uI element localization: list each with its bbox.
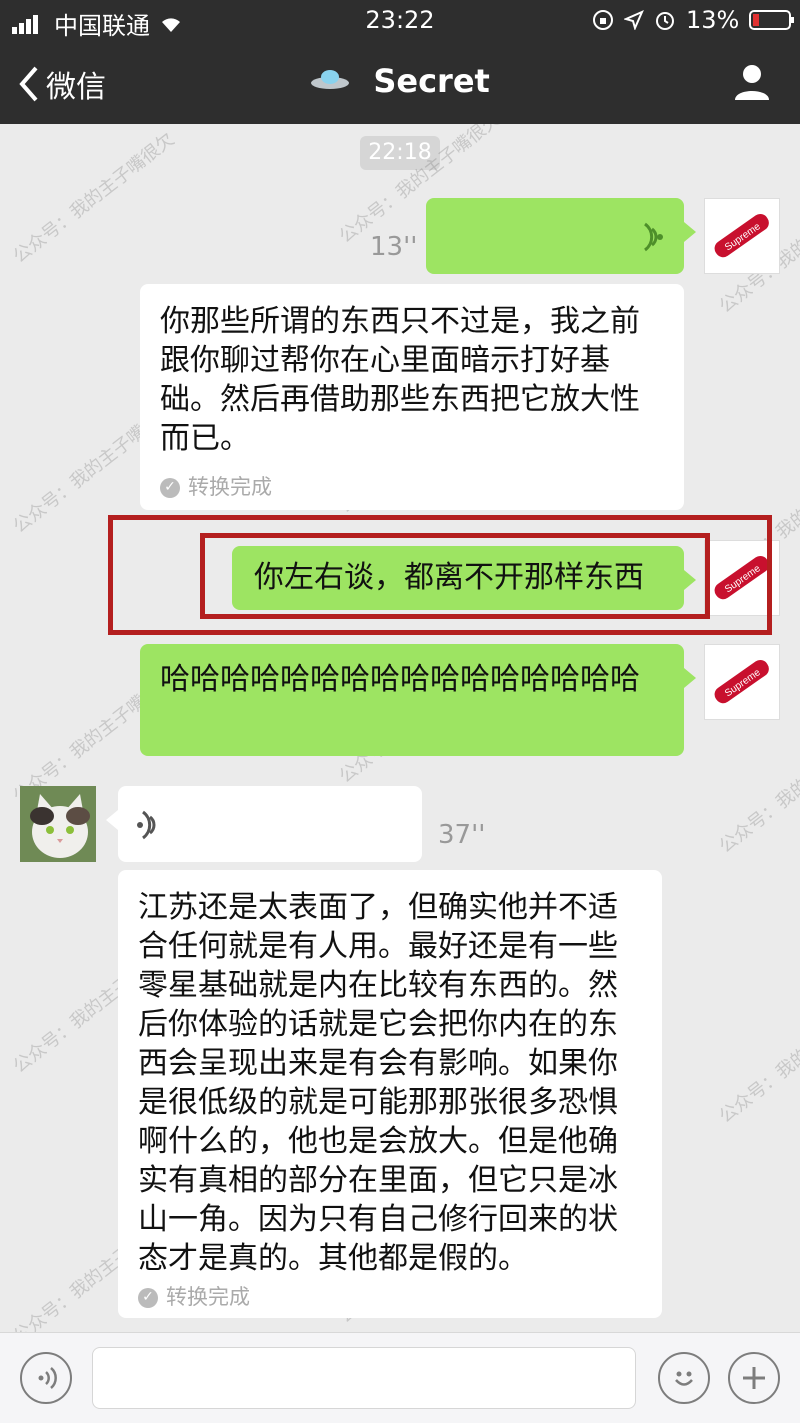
supreme-logo: Supreme [714,659,769,704]
conversion-status-label: 转换完成 [166,1285,250,1309]
check-icon: ✓ [160,477,180,498]
input-bar [0,1332,800,1423]
converted-text: 你那些所谓的东西只不过是，我之前跟你聊过帮你在心里面暗示打好基础。然后再借助那些… [160,304,640,456]
converted-text-card[interactable]: 你那些所谓的东西只不过是，我之前跟你聊过帮你在心里面暗示打好基础。然后再借助那些… [140,284,684,510]
battery-icon [749,10,795,30]
message-input[interactable] [92,1347,636,1409]
chat-title: Secret [373,62,490,100]
more-button[interactable] [728,1352,780,1404]
chat-title-group: Secret [0,60,800,100]
rotation-lock-icon [593,10,613,30]
conversion-status-label: 转换完成 [188,475,272,499]
converted-text: 江苏还是太表面了，但确实他并不适合任何就是有人用。最好还是有一些零星基础就是内在… [138,890,618,1276]
voice-message-bubble[interactable] [426,198,696,274]
conversion-status: ✓ 转换完成 [160,468,272,507]
person-icon [735,65,769,100]
conversion-status: ✓ 转换完成 [138,1278,250,1317]
watermark: 公众号：我的主子嘴很欠 [715,718,800,858]
contact-avatar[interactable] [20,786,96,862]
top-bar: 中国联通 23:22 13% 微信 Secret [0,0,800,124]
voice-duration: 37'' [438,820,486,850]
battery-percent: 13% [686,6,740,34]
voice-input-button[interactable] [20,1352,72,1404]
cat-avatar-icon [20,786,96,862]
voice-wave-icon [644,222,663,252]
message-text: 哈哈哈哈哈哈哈哈哈哈哈哈哈哈哈哈 [160,662,640,697]
plus-icon [743,1367,765,1389]
profile-button[interactable] [732,62,772,102]
alarm-icon [656,12,674,30]
voice-icon [38,1367,57,1389]
status-right: 13% [592,6,795,34]
check-icon: ✓ [138,1287,158,1308]
watermark: 公众号：我的主子嘴很欠 [9,128,179,268]
annotation-box-inner [200,533,710,619]
chat-area[interactable]: 22:18 公众号：我的主子嘴很欠 公众号：我的主子嘴很欠 公众号：我的主子嘴很… [0,124,800,1332]
status-bar: 中国联通 23:22 13% [0,0,800,40]
location-icon [624,10,644,30]
text-message-bubble[interactable]: 哈哈哈哈哈哈哈哈哈哈哈哈哈哈哈哈 [140,644,696,756]
voice-duration: 13'' [370,232,418,262]
nav-bar: 微信 Secret [0,40,800,124]
my-avatar[interactable]: Supreme [704,644,780,720]
my-avatar[interactable]: Supreme [704,198,780,274]
voice-wave-icon [137,810,156,840]
voice-message-bubble[interactable] [106,786,422,862]
watermark: 公众号：我的主子嘴很欠 [715,988,800,1128]
emoji-button[interactable] [658,1352,710,1404]
smiley-icon [675,1371,693,1386]
ufo-icon [310,62,350,100]
supreme-logo: Supreme [714,213,769,258]
converted-text-card[interactable]: 江苏还是太表面了，但确实他并不适合任何就是有人用。最好还是有一些零星基础就是内在… [118,870,662,1318]
